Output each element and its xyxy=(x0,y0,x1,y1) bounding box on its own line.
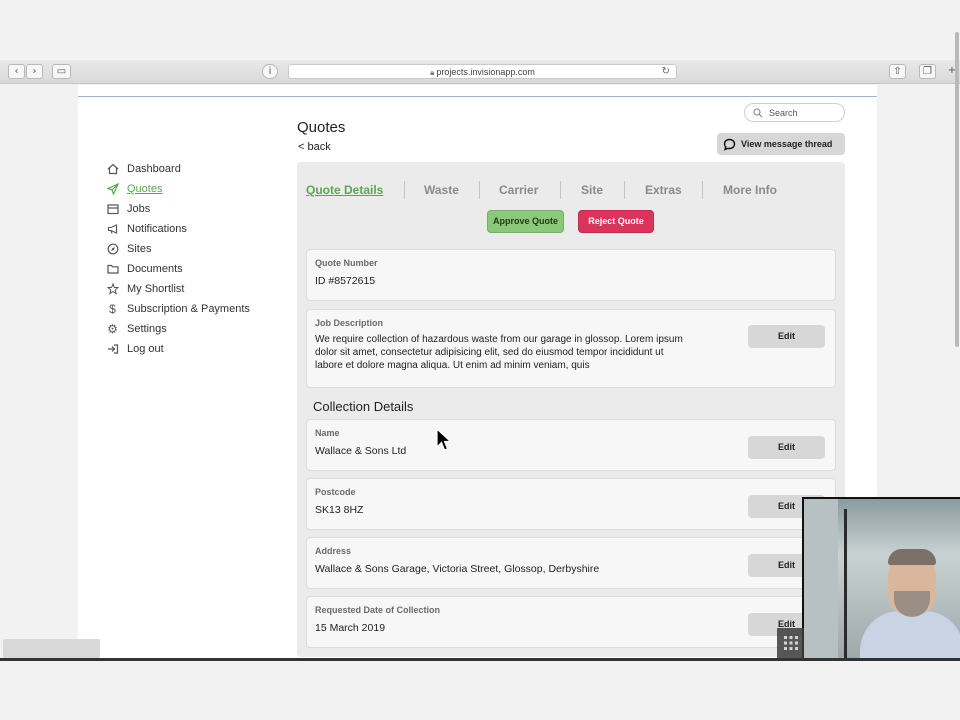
page-title: Quotes xyxy=(297,119,346,136)
folder-icon xyxy=(106,263,119,276)
field-value: 15 March 2019 xyxy=(315,622,386,634)
quote-number-card: Quote Number ID #8572615 xyxy=(306,249,836,301)
webcam-background xyxy=(804,499,838,659)
window-bottom-edge xyxy=(0,658,960,661)
field-label: Name xyxy=(315,428,340,438)
field-label: Address xyxy=(315,546,352,556)
quote-number-value: ID #8572615 xyxy=(315,275,376,287)
field-value: Wallace & Sons Garage, Victoria Street, … xyxy=(315,563,600,575)
briefcase-icon xyxy=(106,203,119,216)
sidebar-item-label: Notifications xyxy=(127,223,187,235)
gear-icon: ⚙ xyxy=(107,322,118,336)
sidebar-item-settings[interactable]: ⚙ Settings xyxy=(106,319,250,339)
view-message-thread-label: View message thread xyxy=(741,139,833,149)
sidebar-toggle-icon[interactable]: ▭ xyxy=(52,64,71,79)
tabs-icon[interactable]: ❐ xyxy=(919,64,936,79)
sidebar-item-label: Subscription & Payments xyxy=(127,303,250,315)
grid-menu-icon[interactable] xyxy=(777,628,804,658)
privacy-icon[interactable]: i xyxy=(262,64,278,79)
sidebar-item-dashboard[interactable]: Dashboard xyxy=(106,159,250,179)
mouse-cursor-icon xyxy=(436,428,452,451)
collection-details-title: Collection Details xyxy=(313,399,414,414)
tab-divider xyxy=(479,181,480,199)
webcam-overlay xyxy=(802,497,960,659)
search-input[interactable]: Search xyxy=(744,103,845,122)
tab-divider xyxy=(702,181,703,199)
dollar-icon: $ xyxy=(109,302,116,316)
sidebar-item-label: Quotes xyxy=(127,183,163,195)
field-value: SK13 8HZ xyxy=(315,504,364,516)
quote-tabs: Quote Details Waste Carrier Site Extras … xyxy=(297,172,845,199)
sidebar-item-label: Jobs xyxy=(127,203,151,215)
sidebar-item-label: My Shortlist xyxy=(127,283,185,295)
sidebar-item-documents[interactable]: Documents xyxy=(106,259,250,279)
sidebar-item-label: Documents xyxy=(127,263,183,275)
collection-postcode-card: Postcode SK13 8HZ Edit xyxy=(306,478,836,530)
sidebar-item-label: Dashboard xyxy=(127,163,181,175)
share-icon[interactable]: ⇧ xyxy=(889,64,906,79)
lock-icon: 🔒︎ xyxy=(430,68,435,77)
field-label: Postcode xyxy=(315,487,356,497)
collection-name-card: Name Wallace & Sons Ltd Edit xyxy=(306,419,836,471)
sidebar-item-shortlist[interactable]: My Shortlist xyxy=(106,279,250,299)
quote-number-label: Quote Number xyxy=(315,258,378,268)
compass-icon xyxy=(106,243,119,256)
field-value: Wallace & Sons Ltd xyxy=(315,445,407,457)
search-icon xyxy=(753,107,763,118)
edit-name-button[interactable]: Edit xyxy=(748,436,825,459)
chat-bubble-icon xyxy=(723,138,736,151)
invision-badge[interactable] xyxy=(3,639,100,658)
approve-quote-button[interactable]: Approve Quote xyxy=(487,210,564,233)
page-scrollbar[interactable] xyxy=(955,32,959,347)
reject-quote-button[interactable]: Reject Quote xyxy=(578,210,654,233)
tab-extras[interactable]: Extras xyxy=(645,183,682,197)
address-text: projects.invisionapp.com xyxy=(436,67,535,77)
page-gutter-left xyxy=(0,85,78,659)
job-description-card: Job Description We require collection of… xyxy=(306,309,836,388)
sidebar-item-notifications[interactable]: Notifications xyxy=(106,219,250,239)
sidebar-nav: Dashboard Quotes Jobs Notifications Site… xyxy=(106,159,250,359)
header-divider xyxy=(78,96,877,97)
tab-site[interactable]: Site xyxy=(581,183,603,197)
tab-quote-details[interactable]: Quote Details xyxy=(306,183,383,197)
webcam-presenter xyxy=(888,549,936,565)
edit-job-description-button[interactable]: Edit xyxy=(748,325,825,348)
sidebar-item-label: Sites xyxy=(127,243,152,255)
browser-forward-icon[interactable]: › xyxy=(26,64,43,79)
sidebar-item-subscription[interactable]: $ Subscription & Payments xyxy=(106,299,250,319)
search-placeholder: Search xyxy=(769,107,798,118)
tab-more-info[interactable]: More Info xyxy=(723,183,777,197)
job-description-value: We require collection of hazardous waste… xyxy=(315,334,683,371)
collection-address-card: Address Wallace & Sons Garage, Victoria … xyxy=(306,537,836,589)
tab-carrier[interactable]: Carrier xyxy=(499,183,538,197)
sidebar-item-label: Settings xyxy=(127,323,167,335)
job-description-label: Job Description xyxy=(315,318,384,328)
logout-icon xyxy=(106,343,119,356)
quote-panel: Quote Details Waste Carrier Site Extras … xyxy=(297,162,845,657)
webcam-background xyxy=(844,509,847,659)
browser-back-icon[interactable]: ‹ xyxy=(8,64,25,79)
megaphone-icon xyxy=(106,223,119,236)
view-message-thread-button[interactable]: View message thread xyxy=(717,133,845,155)
browser-toolbar: ‹ › ▭ i 🔒︎ projects.invisionapp.com ↻ ⇧ ❐… xyxy=(0,60,960,84)
field-label: Requested Date of Collection xyxy=(315,605,441,615)
tab-waste[interactable]: Waste xyxy=(424,183,459,197)
webcam-presenter xyxy=(860,611,960,659)
tab-divider xyxy=(624,181,625,199)
tab-divider xyxy=(560,181,561,199)
star-icon xyxy=(106,283,119,296)
paper-plane-icon xyxy=(106,183,119,196)
home-icon xyxy=(106,163,119,176)
reload-icon[interactable]: ↻ xyxy=(662,65,670,79)
sidebar-item-sites[interactable]: Sites xyxy=(106,239,250,259)
address-bar[interactable]: 🔒︎ projects.invisionapp.com ↻ xyxy=(288,64,677,79)
back-link[interactable]: < back xyxy=(298,141,331,153)
sidebar-item-jobs[interactable]: Jobs xyxy=(106,199,250,219)
sidebar-item-logout[interactable]: Log out xyxy=(106,339,250,359)
sidebar-item-label: Log out xyxy=(127,343,164,355)
collection-date-card: Requested Date of Collection 15 March 20… xyxy=(306,596,836,648)
tab-divider xyxy=(404,181,405,199)
sidebar-item-quotes[interactable]: Quotes xyxy=(106,179,250,199)
